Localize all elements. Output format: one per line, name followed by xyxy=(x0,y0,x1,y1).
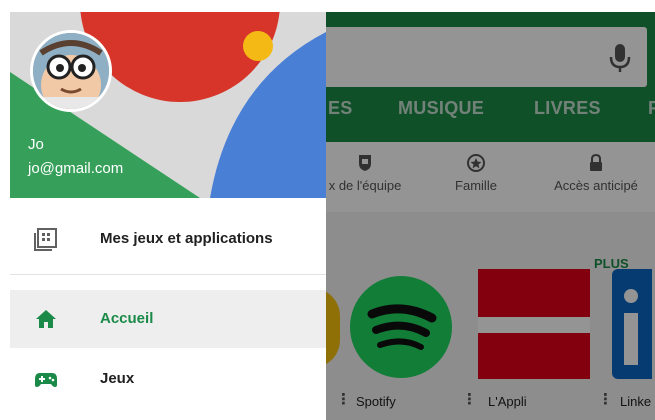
drawer-item-label: Mes jeux et applications xyxy=(100,230,273,247)
avatar-caricature xyxy=(33,33,109,109)
home-icon xyxy=(36,310,56,328)
drawer-item-games[interactable]: Jeux xyxy=(10,350,326,408)
drawer-item-label: Jeux xyxy=(100,370,135,387)
apps-grid-icon xyxy=(34,228,57,251)
gamepad-icon xyxy=(35,373,57,387)
user-name: Jo xyxy=(28,136,44,153)
drawer-divider xyxy=(10,274,326,275)
navigation-drawer: Jo jo@gmail.com Mes jeux et applications… xyxy=(10,12,326,420)
drawer-item-label: Accueil xyxy=(100,310,154,327)
drawer-item-my-apps[interactable]: Mes jeux et applications xyxy=(10,210,326,268)
user-email[interactable]: jo@gmail.com xyxy=(28,160,123,177)
drawer-item-home[interactable]: Accueil xyxy=(10,290,326,348)
avatar[interactable] xyxy=(30,30,112,112)
drawer-header: Jo jo@gmail.com xyxy=(10,12,326,198)
